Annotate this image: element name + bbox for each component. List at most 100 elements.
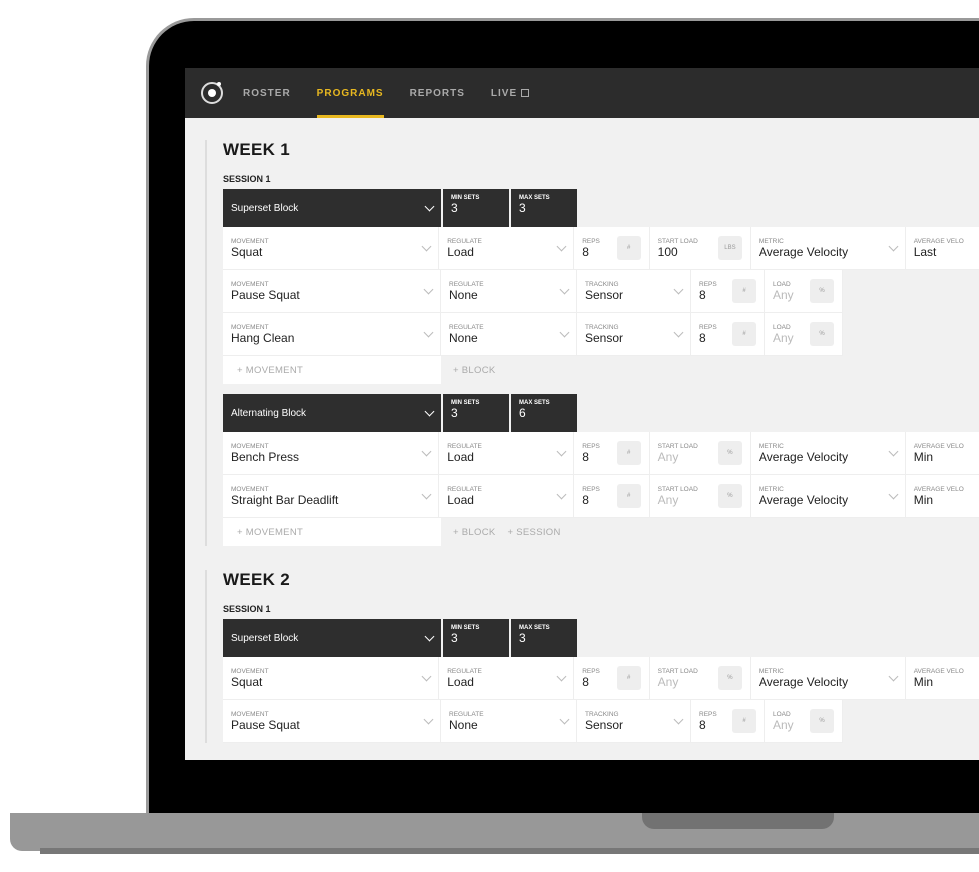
add-movement-button[interactable]: + MOVEMENT — [223, 518, 441, 546]
regulate-select[interactable]: REGULATE None — [441, 313, 577, 356]
regulate-select-group: REGULATE Load — [447, 443, 482, 464]
movement-row: MOVEMENT Straight Bar Deadlift REGULATE Loa… — [223, 475, 979, 518]
reps-input[interactable]: REPS 8 # — [574, 227, 650, 270]
unit-toggle[interactable]: # — [616, 441, 641, 465]
chevron-down-icon[interactable] — [888, 241, 899, 251]
movement-select[interactable]: MOVEMENT Bench Press — [223, 432, 440, 475]
unit-toggle[interactable]: # — [616, 484, 641, 508]
add-movement-button[interactable]: + MOVEMENT — [223, 356, 441, 384]
average-velocity-select[interactable]: AVERAGE VELO Min — [905, 475, 979, 518]
reps-input[interactable]: REPS 8 # — [691, 313, 765, 356]
regulate-select[interactable]: REGULATE Load — [439, 227, 575, 270]
start-load-input[interactable]: START LOAD Any% — [649, 475, 751, 518]
chevron-down-icon[interactable] — [673, 284, 684, 294]
chevron-down-icon[interactable] — [556, 489, 567, 499]
unit-toggle[interactable]: # — [732, 322, 756, 346]
max-sets-field[interactable]: MAX SETS 3 — [511, 189, 577, 227]
chevron-down-icon[interactable] — [556, 671, 567, 681]
movement-select[interactable]: MOVEMENT Squat — [223, 227, 440, 270]
chevron-down-icon[interactable] — [673, 327, 684, 337]
reps-input[interactable]: REPS 8 # — [574, 432, 650, 475]
metric-select-group: METRIC Average Velocity — [759, 238, 848, 259]
metric-select[interactable]: METRIC Average Velocity — [750, 657, 906, 700]
add-session-button[interactable]: + SESSION — [508, 527, 561, 538]
unit-toggle[interactable]: % — [810, 279, 834, 303]
chevron-down-icon[interactable] — [888, 489, 899, 499]
unit-toggle[interactable]: # — [732, 279, 756, 303]
unit-toggle[interactable]: LBS — [717, 236, 742, 260]
chevron-down-icon[interactable] — [556, 446, 567, 456]
block-type-select[interactable]: Superset Block — [223, 189, 441, 227]
regulate-select[interactable]: REGULATE None — [441, 270, 577, 313]
block-name: Superset Block — [231, 202, 299, 214]
reps-input[interactable]: REPS 8 # — [691, 270, 765, 313]
start-load-input[interactable]: START LOAD Any% — [649, 432, 751, 475]
start-load-input-group: START LOAD Any — [658, 486, 698, 507]
unit-toggle[interactable]: % — [717, 484, 742, 508]
chevron-down-icon[interactable] — [559, 714, 570, 724]
regulate-select[interactable]: REGULATE Load — [439, 432, 575, 475]
movement-select[interactable]: MOVEMENT Pause Squat — [223, 700, 441, 743]
regulate-select[interactable]: REGULATE Load — [439, 475, 575, 518]
nav-reports[interactable]: REPORTS — [410, 68, 465, 118]
movement-select[interactable]: MOVEMENT Straight Bar Deadlift — [223, 475, 440, 518]
chevron-down-icon[interactable] — [673, 714, 684, 724]
chevron-down-icon[interactable] — [421, 446, 432, 456]
movement-select[interactable]: MOVEMENT Squat — [223, 657, 440, 700]
chevron-down-icon[interactable] — [423, 284, 434, 294]
metric-select[interactable]: METRIC Average Velocity — [750, 432, 906, 475]
unit-toggle[interactable]: # — [616, 666, 641, 690]
unit-toggle[interactable]: # — [616, 236, 641, 260]
chevron-down-icon[interactable] — [421, 671, 432, 681]
average-velocity-select[interactable]: AVERAGE VELO Last — [905, 227, 979, 270]
add-block-button[interactable]: + BLOCK — [453, 365, 496, 376]
logo-icon[interactable] — [201, 82, 223, 104]
field-value: Any — [657, 674, 679, 689]
tracking-select[interactable]: TRACKING Sensor — [577, 270, 691, 313]
max-sets-field[interactable]: MAX SETS 6 — [511, 394, 577, 432]
chevron-down-icon[interactable] — [421, 241, 432, 251]
movement-select[interactable]: MOVEMENT Hang Clean — [223, 313, 441, 356]
nav-programs[interactable]: PROGRAMS — [316, 68, 384, 118]
min-sets-field[interactable]: MIN SETS 3 — [443, 394, 509, 432]
reps-input-group: REPS 8 — [582, 486, 600, 507]
chevron-down-icon[interactable] — [421, 489, 432, 499]
reps-input[interactable]: REPS 8 # — [691, 700, 765, 743]
unit-toggle[interactable]: % — [810, 322, 834, 346]
chevron-down-icon[interactable] — [888, 446, 899, 456]
block-type-select[interactable]: Alternating Block — [223, 394, 441, 432]
chevron-down-icon[interactable] — [423, 714, 434, 724]
chevron-down-icon[interactable] — [556, 241, 567, 251]
tracking-select[interactable]: TRACKING Sensor — [577, 313, 691, 356]
reps-input[interactable]: REPS 8 # — [574, 657, 650, 700]
chevron-down-icon[interactable] — [423, 327, 434, 337]
chevron-down-icon[interactable] — [559, 327, 570, 337]
block-type-select[interactable]: Superset Block — [223, 619, 441, 657]
load-input[interactable]: LOAD Any% — [765, 700, 843, 743]
min-sets-field[interactable]: MIN SETS 3 — [443, 619, 509, 657]
nav-live[interactable]: LIVE — [491, 68, 530, 118]
unit-toggle[interactable]: % — [810, 709, 834, 733]
unit-toggle[interactable]: % — [717, 666, 742, 690]
unit-toggle[interactable]: % — [717, 441, 742, 465]
regulate-select[interactable]: REGULATE None — [441, 700, 577, 743]
average-velocity-select[interactable]: AVERAGE VELO Min — [905, 657, 979, 700]
unit-toggle[interactable]: # — [732, 709, 756, 733]
add-block-button[interactable]: + BLOCK — [453, 527, 496, 538]
reps-input[interactable]: REPS 8 # — [574, 475, 650, 518]
start-load-input[interactable]: START LOAD Any% — [649, 657, 751, 700]
movement-select[interactable]: MOVEMENT Pause Squat — [223, 270, 441, 313]
max-sets-field[interactable]: MAX SETS 3 — [511, 619, 577, 657]
regulate-select[interactable]: REGULATE Load — [439, 657, 575, 700]
metric-select[interactable]: METRIC Average Velocity — [750, 475, 906, 518]
chevron-down-icon[interactable] — [559, 284, 570, 294]
average-velocity-select[interactable]: AVERAGE VELO Min — [905, 432, 979, 475]
start-load-input[interactable]: START LOAD 100 LBS — [649, 227, 751, 270]
nav-roster[interactable]: ROSTER — [243, 68, 291, 118]
metric-select[interactable]: METRIC Average Velocity — [750, 227, 906, 270]
chevron-down-icon[interactable] — [888, 671, 899, 681]
min-sets-field[interactable]: MIN SETS 3 — [443, 189, 509, 227]
load-input[interactable]: LOAD Any% — [765, 270, 843, 313]
tracking-select[interactable]: TRACKING Sensor — [577, 700, 691, 743]
load-input[interactable]: LOAD Any% — [765, 313, 843, 356]
